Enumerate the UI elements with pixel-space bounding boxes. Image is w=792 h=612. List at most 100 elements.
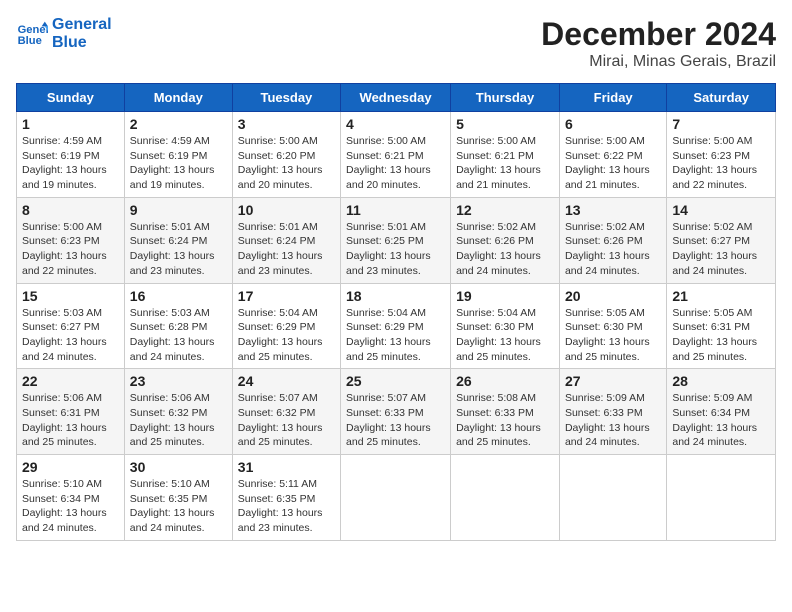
day-number: 1 bbox=[22, 116, 119, 132]
day-number: 17 bbox=[238, 288, 335, 304]
day-number: 8 bbox=[22, 202, 119, 218]
day-number: 26 bbox=[456, 373, 554, 389]
logo-line2: Blue bbox=[52, 34, 112, 52]
day-detail: Sunrise: 4:59 AM Sunset: 6:19 PM Dayligh… bbox=[130, 134, 227, 193]
day-number: 27 bbox=[565, 373, 661, 389]
day-detail: Sunrise: 5:04 AM Sunset: 6:29 PM Dayligh… bbox=[238, 306, 335, 365]
day-detail: Sunrise: 5:07 AM Sunset: 6:32 PM Dayligh… bbox=[238, 391, 335, 450]
day-detail: Sunrise: 5:06 AM Sunset: 6:31 PM Dayligh… bbox=[22, 391, 119, 450]
day-detail: Sunrise: 5:00 AM Sunset: 6:21 PM Dayligh… bbox=[456, 134, 554, 193]
day-number: 21 bbox=[672, 288, 770, 304]
day-detail: Sunrise: 5:01 AM Sunset: 6:24 PM Dayligh… bbox=[130, 220, 227, 279]
day-detail: Sunrise: 5:05 AM Sunset: 6:31 PM Dayligh… bbox=[672, 306, 770, 365]
page-header: General Blue General Blue December 2024 … bbox=[16, 16, 776, 71]
svg-text:Blue: Blue bbox=[18, 35, 42, 47]
day-number: 9 bbox=[130, 202, 227, 218]
calendar-day-cell: 16 Sunrise: 5:03 AM Sunset: 6:28 PM Dayli… bbox=[124, 283, 232, 369]
day-detail: Sunrise: 5:01 AM Sunset: 6:24 PM Dayligh… bbox=[238, 220, 335, 279]
title-block: December 2024 Mirai, Minas Gerais, Brazi… bbox=[541, 16, 776, 71]
weekday-header-friday: Friday bbox=[559, 84, 666, 112]
calendar-day-cell: 25Sunrise: 5:07 AM Sunset: 6:33 PM Dayli… bbox=[341, 369, 451, 455]
day-number: 23 bbox=[130, 373, 227, 389]
day-number: 30 bbox=[130, 459, 227, 475]
calendar-day-cell: 30Sunrise: 5:10 AM Sunset: 6:35 PM Dayli… bbox=[124, 455, 232, 541]
weekday-header-monday: Monday bbox=[124, 84, 232, 112]
day-detail: Sunrise: 5:00 AM Sunset: 6:23 PM Dayligh… bbox=[22, 220, 119, 279]
day-number: 5 bbox=[456, 116, 554, 132]
calendar-day-cell: 15Sunrise: 5:03 AM Sunset: 6:27 PM Dayli… bbox=[17, 283, 125, 369]
day-number: 29 bbox=[22, 459, 119, 475]
calendar-day-cell: 5 Sunrise: 5:00 AM Sunset: 6:21 PM Daylig… bbox=[451, 112, 560, 198]
logo-line1: General bbox=[52, 16, 112, 34]
day-detail: Sunrise: 5:05 AM Sunset: 6:30 PM Dayligh… bbox=[565, 306, 661, 365]
calendar-week-row: 29 Sunrise: 5:10 AM Sunset: 6:34 PM Dayli… bbox=[17, 455, 776, 541]
day-number: 24 bbox=[238, 373, 335, 389]
calendar-day-cell: 22Sunrise: 5:06 AM Sunset: 6:31 PM Dayli… bbox=[17, 369, 125, 455]
day-detail: Sunrise: 5:02 AM Sunset: 6:26 PM Dayligh… bbox=[565, 220, 661, 279]
calendar-day-cell: 10 Sunrise: 5:01 AM Sunset: 6:24 PM Dayli… bbox=[232, 197, 340, 283]
day-number: 18 bbox=[346, 288, 445, 304]
calendar-day-cell: 8 Sunrise: 5:00 AM Sunset: 6:23 PM Daylig… bbox=[17, 197, 125, 283]
day-detail: Sunrise: 5:01 AM Sunset: 6:25 PM Dayligh… bbox=[346, 220, 445, 279]
calendar-day-cell: 27 Sunrise: 5:09 AM Sunset: 6:33 PM Dayli… bbox=[559, 369, 666, 455]
calendar-week-row: 15Sunrise: 5:03 AM Sunset: 6:27 PM Dayli… bbox=[17, 283, 776, 369]
calendar-body: 1 Sunrise: 4:59 AM Sunset: 6:19 PM Daylig… bbox=[17, 112, 776, 541]
calendar-table: SundayMondayTuesdayWednesdayThursdayFrid… bbox=[16, 83, 776, 541]
empty-cell bbox=[559, 455, 666, 541]
day-detail: Sunrise: 5:03 AM Sunset: 6:28 PM Dayligh… bbox=[130, 306, 227, 365]
calendar-day-cell: 26 Sunrise: 5:08 AM Sunset: 6:33 PM Dayli… bbox=[451, 369, 560, 455]
month-title: December 2024 bbox=[541, 16, 776, 53]
calendar-day-cell: 20 Sunrise: 5:05 AM Sunset: 6:30 PM Dayli… bbox=[559, 283, 666, 369]
day-detail: Sunrise: 5:09 AM Sunset: 6:34 PM Dayligh… bbox=[672, 391, 770, 450]
calendar-day-cell: 11Sunrise: 5:01 AM Sunset: 6:25 PM Dayli… bbox=[341, 197, 451, 283]
day-detail: Sunrise: 5:06 AM Sunset: 6:32 PM Dayligh… bbox=[130, 391, 227, 450]
logo-icon: General Blue bbox=[16, 20, 48, 48]
day-number: 31 bbox=[238, 459, 335, 475]
weekday-header-thursday: Thursday bbox=[451, 84, 560, 112]
day-detail: Sunrise: 5:04 AM Sunset: 6:30 PM Dayligh… bbox=[456, 306, 554, 365]
weekday-header-sunday: Sunday bbox=[17, 84, 125, 112]
day-number: 28 bbox=[672, 373, 770, 389]
day-detail: Sunrise: 5:09 AM Sunset: 6:33 PM Dayligh… bbox=[565, 391, 661, 450]
day-number: 14 bbox=[672, 202, 770, 218]
day-number: 19 bbox=[456, 288, 554, 304]
calendar-day-cell: 21 Sunrise: 5:05 AM Sunset: 6:31 PM Dayli… bbox=[667, 283, 776, 369]
logo: General Blue General Blue bbox=[16, 16, 112, 51]
calendar-day-cell: 31Sunrise: 5:11 AM Sunset: 6:35 PM Dayli… bbox=[232, 455, 340, 541]
calendar-day-cell: 2 Sunrise: 4:59 AM Sunset: 6:19 PM Daylig… bbox=[124, 112, 232, 198]
calendar-day-cell: 24 Sunrise: 5:07 AM Sunset: 6:32 PM Dayli… bbox=[232, 369, 340, 455]
day-number: 4 bbox=[346, 116, 445, 132]
day-detail: Sunrise: 5:00 AM Sunset: 6:23 PM Dayligh… bbox=[672, 134, 770, 193]
calendar-day-cell: 18Sunrise: 5:04 AM Sunset: 6:29 PM Dayli… bbox=[341, 283, 451, 369]
day-number: 15 bbox=[22, 288, 119, 304]
day-detail: Sunrise: 5:00 AM Sunset: 6:20 PM Dayligh… bbox=[238, 134, 335, 193]
calendar-day-cell: 13 Sunrise: 5:02 AM Sunset: 6:26 PM Dayli… bbox=[559, 197, 666, 283]
day-number: 10 bbox=[238, 202, 335, 218]
location-title: Mirai, Minas Gerais, Brazil bbox=[541, 53, 776, 71]
day-detail: Sunrise: 5:08 AM Sunset: 6:33 PM Dayligh… bbox=[456, 391, 554, 450]
day-number: 2 bbox=[130, 116, 227, 132]
calendar-day-cell: 4Sunrise: 5:00 AM Sunset: 6:21 PM Daylig… bbox=[341, 112, 451, 198]
empty-cell bbox=[667, 455, 776, 541]
day-number: 13 bbox=[565, 202, 661, 218]
calendar-day-cell: 14 Sunrise: 5:02 AM Sunset: 6:27 PM Dayli… bbox=[667, 197, 776, 283]
calendar-day-cell: 17 Sunrise: 5:04 AM Sunset: 6:29 PM Dayli… bbox=[232, 283, 340, 369]
calendar-day-cell: 9 Sunrise: 5:01 AM Sunset: 6:24 PM Daylig… bbox=[124, 197, 232, 283]
day-number: 20 bbox=[565, 288, 661, 304]
day-detail: Sunrise: 5:02 AM Sunset: 6:26 PM Dayligh… bbox=[456, 220, 554, 279]
calendar-day-cell: 19 Sunrise: 5:04 AM Sunset: 6:30 PM Dayli… bbox=[451, 283, 560, 369]
calendar-day-cell: 29 Sunrise: 5:10 AM Sunset: 6:34 PM Dayli… bbox=[17, 455, 125, 541]
day-detail: Sunrise: 4:59 AM Sunset: 6:19 PM Dayligh… bbox=[22, 134, 119, 193]
empty-cell bbox=[341, 455, 451, 541]
day-number: 12 bbox=[456, 202, 554, 218]
calendar-header: SundayMondayTuesdayWednesdayThursdayFrid… bbox=[17, 84, 776, 112]
calendar-day-cell: 3Sunrise: 5:00 AM Sunset: 6:20 PM Daylig… bbox=[232, 112, 340, 198]
weekday-header-wednesday: Wednesday bbox=[341, 84, 451, 112]
calendar-day-cell: 23 Sunrise: 5:06 AM Sunset: 6:32 PM Dayli… bbox=[124, 369, 232, 455]
day-detail: Sunrise: 5:10 AM Sunset: 6:34 PM Dayligh… bbox=[22, 477, 119, 536]
day-number: 16 bbox=[130, 288, 227, 304]
calendar-day-cell: 12 Sunrise: 5:02 AM Sunset: 6:26 PM Dayli… bbox=[451, 197, 560, 283]
calendar-week-row: 8 Sunrise: 5:00 AM Sunset: 6:23 PM Daylig… bbox=[17, 197, 776, 283]
day-detail: Sunrise: 5:02 AM Sunset: 6:27 PM Dayligh… bbox=[672, 220, 770, 279]
weekday-header-row: SundayMondayTuesdayWednesdayThursdayFrid… bbox=[17, 84, 776, 112]
